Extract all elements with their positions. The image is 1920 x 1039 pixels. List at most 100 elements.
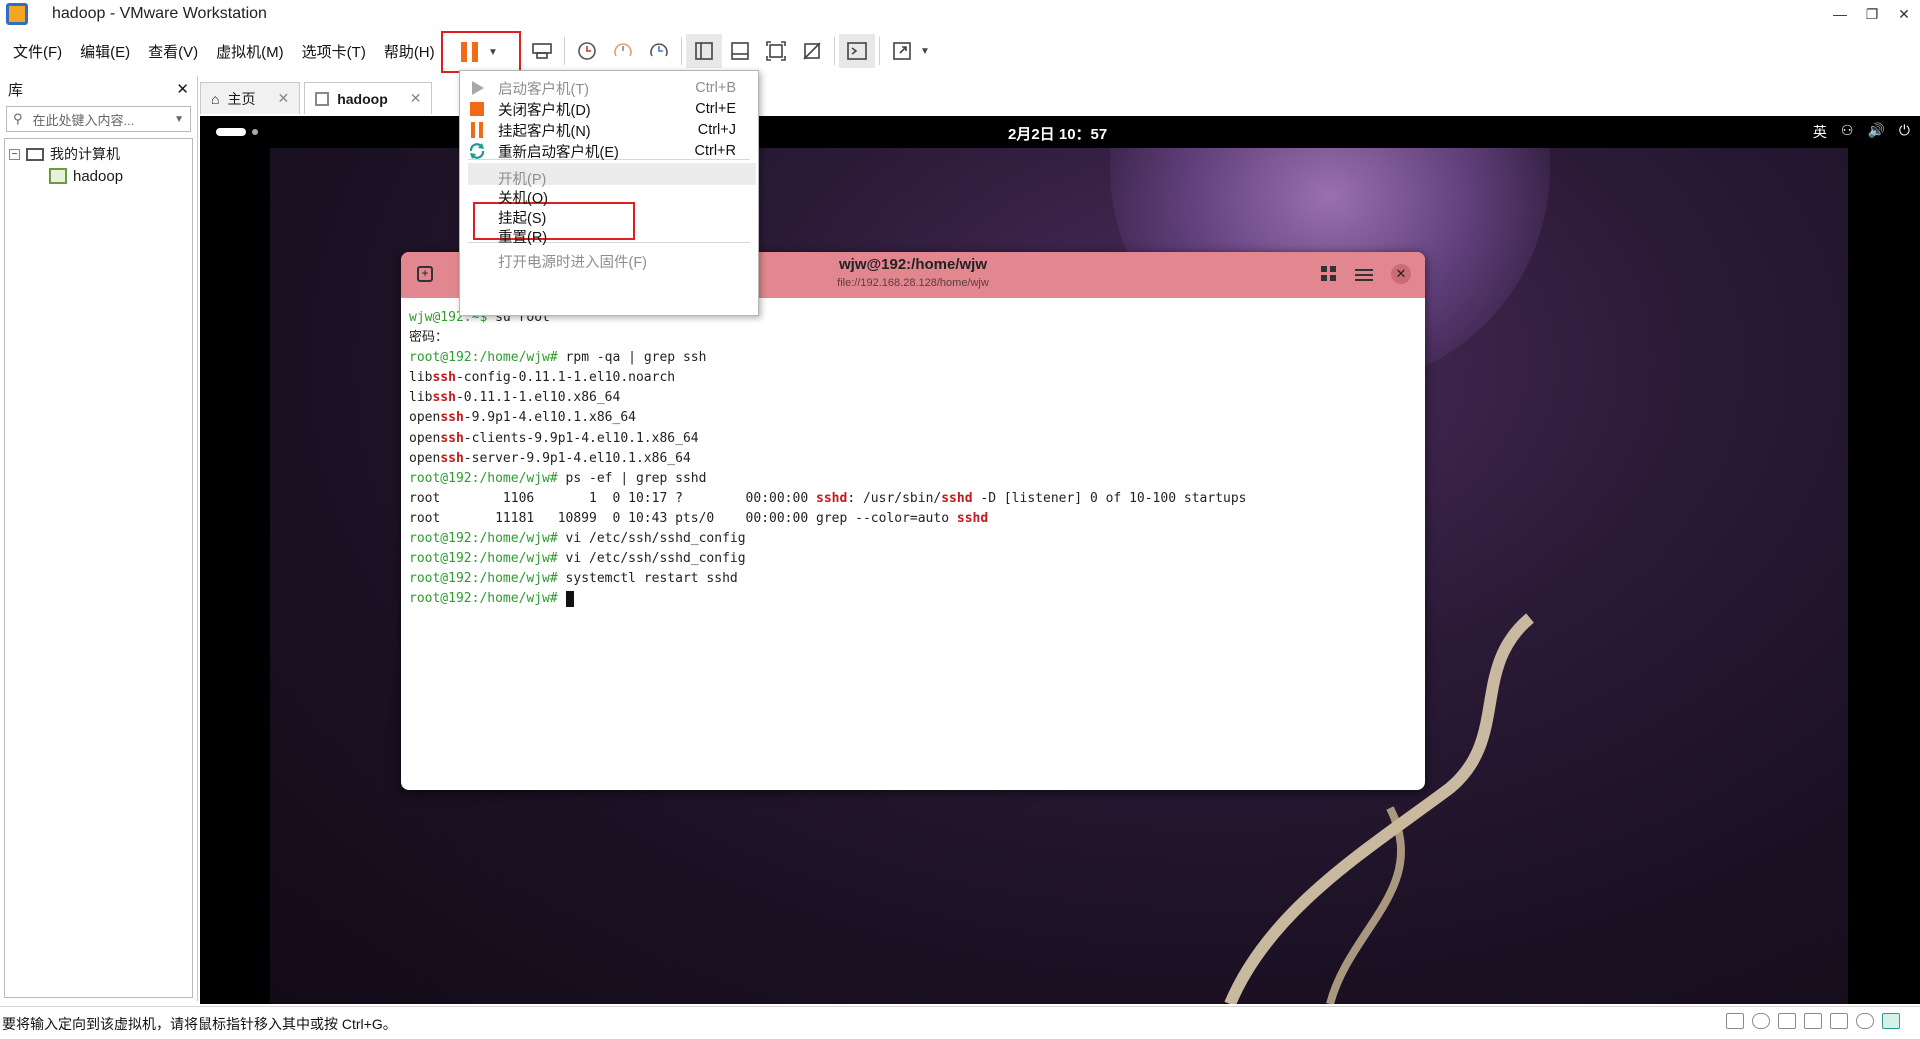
search-placeholder: 在此处键入内容... xyxy=(32,112,135,128)
grep-match: ssh xyxy=(440,430,464,446)
power-dropdown-menu: 启动客户机(T) Ctrl+B 关闭客户机(D) Ctrl+E 挂起客户机(N) Ctrl… xyxy=(459,70,759,316)
guest-top-bar: 2月2日 10：57 英 ⚇ 🔊 ⏻ xyxy=(200,116,1920,148)
display-icon[interactable] xyxy=(1856,1013,1874,1029)
restore-button[interactable]: ❐ xyxy=(1856,0,1888,28)
console-view-icon[interactable] xyxy=(839,34,875,68)
network-adapter-icon[interactable] xyxy=(1778,1013,1796,1029)
menu-file[interactable]: 文件(F) xyxy=(4,41,71,62)
terminal-close-icon[interactable]: ✕ xyxy=(1391,264,1411,284)
tab-close-icon[interactable]: ✕ xyxy=(410,90,422,107)
tab-label: hadoop xyxy=(337,90,388,107)
terminal-text: open xyxy=(409,430,441,446)
terminal-text: lib xyxy=(409,370,433,386)
hard-disk-icon[interactable] xyxy=(1726,1013,1744,1029)
vm-console[interactable]: 2月2日 10：57 英 ⚇ 🔊 ⏻ + wjw@192:/home/wjw f… xyxy=(200,116,1920,1004)
grep-match: sshd xyxy=(816,490,848,506)
menubar: 文件(F) 编辑(E) 查看(V) 虚拟机(M) 选项卡(T) 帮助(H) ▼ xyxy=(0,30,1920,73)
menu-item-7[interactable]: 重置(R) xyxy=(460,223,758,249)
pause-icon xyxy=(461,42,478,62)
terminal-line: root@192:/home/wjw# xyxy=(409,589,1417,609)
status-bar: 要将输入定向到该虚拟机，请将鼠标指针移入其中或按 Ctrl+G。 xyxy=(0,1006,1920,1039)
tab-home[interactable]: ⌂ 主页 ✕ xyxy=(200,82,301,114)
terminal-cursor xyxy=(565,590,574,607)
snapshot-manager-icon[interactable] xyxy=(641,34,677,68)
unity-mode-icon[interactable] xyxy=(794,34,830,68)
terminal-text: vi /etc/ssh/sshd_config xyxy=(565,531,746,547)
input-method-label[interactable]: 英 xyxy=(1813,122,1827,142)
tab-close-icon[interactable]: ✕ xyxy=(277,90,289,107)
menu-vm[interactable]: 虚拟机(M) xyxy=(207,41,293,62)
sound-card-icon[interactable] xyxy=(1830,1013,1848,1029)
window-titlebar: hadoop - VMware Workstation — ❐ ✕ xyxy=(0,0,1920,28)
revert-snapshot-icon[interactable] xyxy=(605,34,641,68)
tree-label: 我的计算机 xyxy=(50,146,120,162)
tab-strip: ⌂ 主页 ✕ hadoop ✕ xyxy=(200,80,436,114)
toolbar-separator xyxy=(681,37,682,65)
window-controls: — ❐ ✕ xyxy=(1824,0,1920,28)
guest-tray[interactable]: 英 ⚇ 🔊 ⏻ xyxy=(1813,122,1910,142)
menu-item-8: 打开电源时进入固件(F) xyxy=(460,248,758,274)
terminal-text: lib xyxy=(409,390,433,406)
terminal-line: openssh-9.9p1-4.el10.1.x86_64 xyxy=(409,408,1417,428)
send-ctrl-alt-del-icon[interactable] xyxy=(524,34,560,68)
chevron-down-icon[interactable]: ▼ xyxy=(174,114,184,125)
message-log-icon[interactable] xyxy=(1882,1013,1900,1029)
shell-prompt: root@192:/home/wjw# xyxy=(409,531,566,547)
show-library-icon[interactable] xyxy=(686,34,722,68)
menu-item-shortcut: Ctrl+E xyxy=(695,101,736,117)
terminal-line: root@192:/home/wjw# systemctl restart ss… xyxy=(409,569,1417,589)
printer-icon[interactable] xyxy=(1804,1013,1822,1029)
toolbar-separator xyxy=(879,37,880,65)
menu-item-shortcut: Ctrl+J xyxy=(697,122,736,138)
window-title: hadoop - VMware Workstation xyxy=(52,5,267,22)
tab-hadoop[interactable]: hadoop ✕ xyxy=(304,82,433,114)
terminal-output[interactable]: wjw@192:~$ su root 密码： root@192:/home/wjw#… xyxy=(401,298,1425,619)
menu-help[interactable]: 帮助(H) xyxy=(375,41,444,62)
menu-item-label: 重置(R) xyxy=(498,229,548,246)
terminal-window[interactable]: + wjw@192:/home/wjw file://192.168.28.12… xyxy=(401,252,1425,790)
terminal-text: rpm -qa | grep ssh xyxy=(565,350,707,366)
stretch-guest-icon[interactable] xyxy=(884,34,920,68)
terminal-text: : /usr/sbin/ xyxy=(847,490,942,506)
terminal-line: libssh-0.11.1-1.el10.x86_64 xyxy=(409,388,1417,408)
network-icon: ⚇ xyxy=(1840,122,1854,138)
vmware-app-icon xyxy=(6,3,28,25)
menu-tabs[interactable]: 选项卡(T) xyxy=(293,41,375,62)
guest-clock[interactable]: 2月2日 10：57 xyxy=(1008,123,1107,144)
terminal-text: -server-9.9p1-4.el10.1.x86_64 xyxy=(463,450,691,466)
menu-item-label: 打开电源时进入固件(F) xyxy=(498,254,648,271)
terminal-line: root@192:/home/wjw# ps -ef | grep sshd xyxy=(409,469,1417,489)
tree-item-hadoop[interactable]: hadoop xyxy=(9,165,188,187)
vm-icon xyxy=(315,91,330,106)
shell-prompt: root@192:/home/wjw# xyxy=(409,350,566,366)
grep-match: ssh xyxy=(440,410,464,426)
collapse-icon[interactable]: − xyxy=(9,148,20,160)
menu-view[interactable]: 查看(V) xyxy=(139,41,207,62)
shell-prompt: root@192:/home/wjw# xyxy=(409,571,566,587)
thumbnail-bar-icon[interactable] xyxy=(722,34,758,68)
menu-item-3[interactable]: 重新启动客户机(E) Ctrl+R xyxy=(460,138,758,164)
library-close-icon[interactable]: ✕ xyxy=(176,80,189,98)
tree-item-my-computer[interactable]: − 我的计算机 xyxy=(9,143,188,165)
terminal-text: vi /etc/ssh/sshd_config xyxy=(565,551,746,567)
grep-match: ssh xyxy=(432,370,456,386)
power-pause-button[interactable]: ▼ xyxy=(441,31,521,73)
menu-edit[interactable]: 编辑(E) xyxy=(71,41,139,62)
chevron-down-icon[interactable]: ▼ xyxy=(488,47,498,58)
computer-icon xyxy=(26,147,44,161)
snapshot-icon[interactable] xyxy=(569,34,605,68)
cd-dvd-icon[interactable] xyxy=(1752,1013,1770,1029)
hamburger-menu-icon[interactable] xyxy=(1355,266,1373,282)
tab-overview-icon[interactable] xyxy=(1321,266,1337,282)
stop-icon xyxy=(466,100,488,118)
close-button[interactable]: ✕ xyxy=(1888,0,1920,28)
library-header: 库 ✕ xyxy=(0,76,197,102)
minimize-button[interactable]: — xyxy=(1824,0,1856,28)
activities-indicator[interactable] xyxy=(216,128,246,136)
terminal-text: -D [listener] 0 of 10-100 startups xyxy=(972,490,1247,506)
library-search-input[interactable]: ⚲ 在此处键入内容... ▼ xyxy=(6,106,191,132)
terminal-text: 密码： xyxy=(409,330,449,346)
chevron-down-icon[interactable]: ▼ xyxy=(920,46,930,57)
full-screen-icon[interactable] xyxy=(758,34,794,68)
grep-match: sshd xyxy=(956,510,989,526)
